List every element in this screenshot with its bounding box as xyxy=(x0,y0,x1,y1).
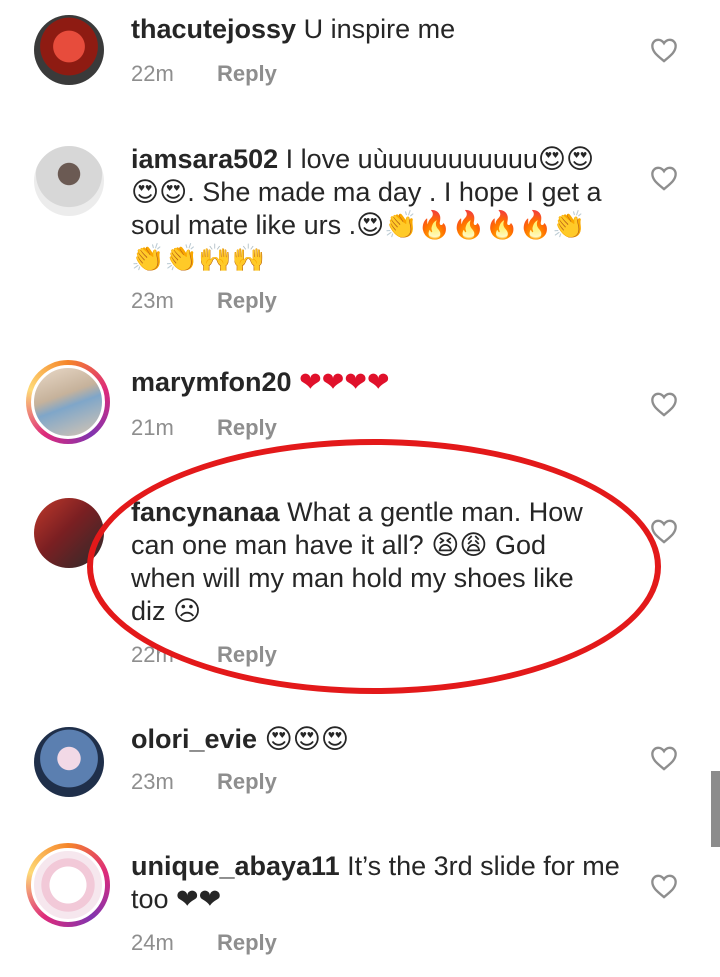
comment-username[interactable]: fancynanaa xyxy=(131,497,280,527)
comment-username[interactable]: thacutejossy xyxy=(131,14,296,44)
comment-username[interactable]: iamsara502 xyxy=(131,144,278,174)
comment-username[interactable]: olori_evie xyxy=(131,724,257,754)
reply-button[interactable]: Reply xyxy=(217,642,277,667)
avatar-image xyxy=(31,848,105,922)
avatar[interactable] xyxy=(26,843,110,927)
comment-timestamp: 21m xyxy=(131,415,174,440)
heart-outline-icon[interactable] xyxy=(650,165,678,191)
comment-username[interactable]: marymfon20 xyxy=(131,367,292,397)
avatar[interactable] xyxy=(34,498,104,568)
reply-button[interactable]: Reply xyxy=(217,930,277,955)
comment-timestamp: 23m xyxy=(131,769,174,794)
heart-outline-icon[interactable] xyxy=(650,873,678,899)
comment-timestamp: 22m xyxy=(131,61,174,86)
comment-text: 😍😍😍 xyxy=(257,724,350,754)
reply-button[interactable]: Reply xyxy=(217,288,277,313)
heart-outline-icon[interactable] xyxy=(650,37,678,63)
heart-outline-icon[interactable] xyxy=(650,518,678,544)
comment-timestamp: 23m xyxy=(131,288,174,313)
comment-timestamp: 24m xyxy=(131,930,174,955)
avatar[interactable] xyxy=(34,727,104,797)
avatar-image xyxy=(31,365,105,439)
avatar[interactable] xyxy=(26,360,110,444)
reply-button[interactable]: Reply xyxy=(217,415,277,440)
heart-outline-icon[interactable] xyxy=(650,391,678,417)
comment-timestamp: 22m xyxy=(131,642,174,667)
comment-text: U inspire me xyxy=(296,14,456,44)
heart-outline-icon[interactable] xyxy=(650,745,678,771)
comment-username[interactable]: unique_abaya11 xyxy=(131,851,340,881)
avatar[interactable] xyxy=(34,15,104,85)
scrollbar-thumb[interactable] xyxy=(711,771,720,847)
reply-button[interactable]: Reply xyxy=(217,769,277,794)
reply-button[interactable]: Reply xyxy=(217,61,277,86)
comment-text: ❤❤❤❤ xyxy=(291,367,390,397)
avatar[interactable] xyxy=(34,146,104,216)
